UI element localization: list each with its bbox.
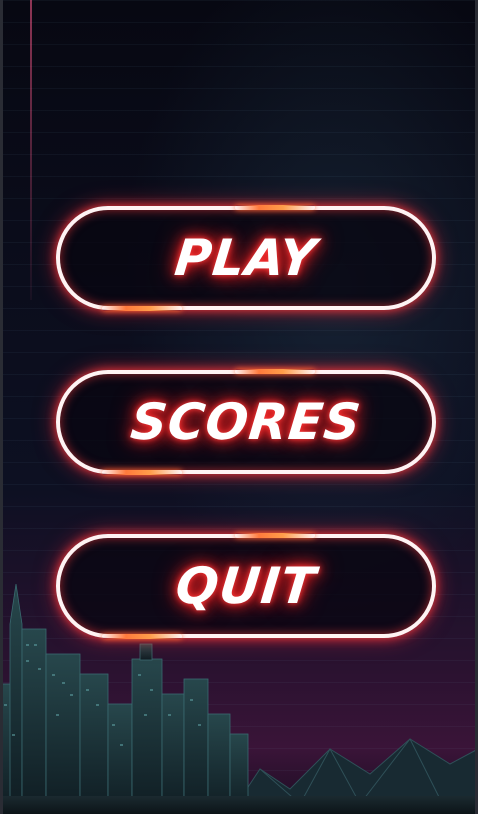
main-menu-screen: PLAY SCORES QUIT xyxy=(0,0,478,814)
play-button-label: PLAY xyxy=(172,229,320,287)
neon-guide-line xyxy=(30,0,32,300)
play-button[interactable]: PLAY xyxy=(56,205,436,311)
button-accent-top xyxy=(235,533,315,538)
button-accent-bottom xyxy=(102,634,182,639)
left-frame-edge xyxy=(0,0,3,814)
button-accent-top xyxy=(235,369,315,374)
button-accent-bottom xyxy=(102,306,182,311)
ground-strip xyxy=(0,796,478,814)
button-accent-bottom xyxy=(102,470,182,475)
scores-button[interactable]: SCORES xyxy=(56,369,436,475)
quit-button[interactable]: QUIT xyxy=(56,533,436,639)
button-accent-top xyxy=(235,205,315,210)
scores-button-label: SCORES xyxy=(127,393,364,451)
quit-button-label: QUIT xyxy=(173,557,319,615)
